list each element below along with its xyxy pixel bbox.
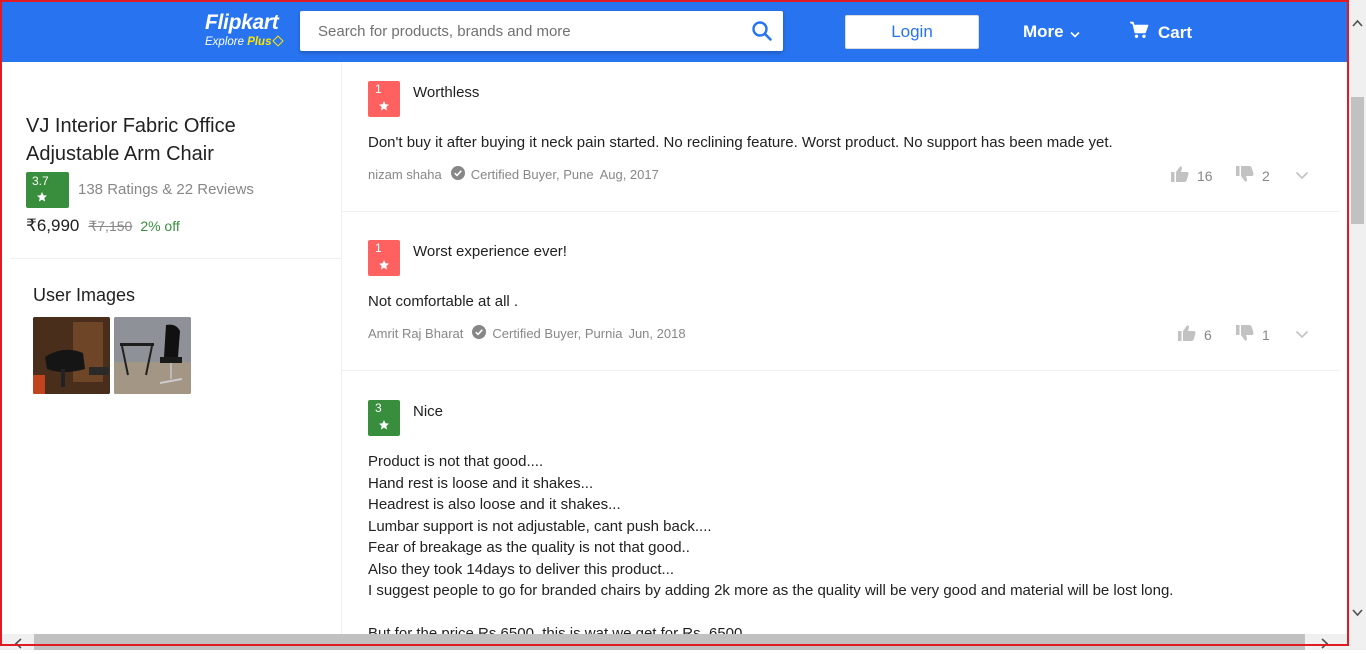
logo-tagline: Explore Plus xyxy=(205,35,285,48)
chevron-down-icon xyxy=(1070,23,1080,43)
review-text-line: Not comfortable at all . xyxy=(368,293,519,310)
review-text-line: But for the price Rs 6500, this is wat w… xyxy=(368,625,743,634)
vertical-scrollbar[interactable] xyxy=(1349,0,1366,650)
review-text: Don't buy it after buying it neck pain s… xyxy=(368,132,1113,154)
review-card: 1 Worthless Don't buy it after buying it… xyxy=(342,62,1340,212)
page: Flipkart Explore Plus Login More Cart VJ… xyxy=(2,2,1347,634)
thumbs-down-icon xyxy=(1236,325,1254,344)
review-text-line xyxy=(368,602,1173,624)
search-input[interactable] xyxy=(300,11,740,51)
cart-label: Cart xyxy=(1158,22,1193,42)
dislike-count: 2 xyxy=(1262,167,1270,184)
review-author: nizam shaha xyxy=(368,167,442,182)
star-icon xyxy=(36,190,48,208)
product-rating-value: 3.7 xyxy=(32,174,49,188)
like-count: 16 xyxy=(1197,167,1213,184)
review-text-line: Lumbar support is not adjustable, cant p… xyxy=(368,517,712,535)
certified-check-icon xyxy=(472,325,487,342)
review-text-line: Fear of breakage as the quality is not t… xyxy=(368,539,690,556)
price-row: ₹6,990 ₹7,150 2% off xyxy=(26,216,180,236)
review-text-line: Don't buy it after buying it neck pain s… xyxy=(368,134,1113,151)
review-card: 3 Nice Product is not that good.... Hand… xyxy=(342,371,1340,634)
scroll-left-arrow-icon[interactable] xyxy=(14,636,22,654)
horizontal-scrollbar[interactable] xyxy=(0,634,1349,650)
divider xyxy=(10,258,342,259)
review-rating-value: 3 xyxy=(375,401,382,415)
review-text-line: I suggest people to go for branded chair… xyxy=(368,582,1174,599)
search-icon[interactable] xyxy=(751,20,773,42)
like-count: 6 xyxy=(1204,326,1212,343)
dislike-count: 1 xyxy=(1262,326,1270,343)
certified-check-icon xyxy=(450,166,465,183)
thumbs-up-icon xyxy=(1171,166,1189,185)
scroll-down-arrow-icon[interactable] xyxy=(1352,604,1363,622)
discount-percent: 2% off xyxy=(140,218,180,234)
review-rating-badge: 1 xyxy=(368,81,400,117)
review-text-line: Product is not that good.... xyxy=(368,453,544,470)
certified-buyer-label: Certified Buyer, Purnia xyxy=(492,326,623,341)
review-meta: Amrit Raj Bharat Certified Buyer, Purnia… xyxy=(368,325,686,342)
header-bar: Flipkart Explore Plus Login More Cart xyxy=(2,2,1347,62)
review-rating-value: 1 xyxy=(375,82,382,96)
thumbs-down-icon xyxy=(1236,166,1254,185)
scroll-up-arrow-icon[interactable] xyxy=(1352,14,1363,32)
review-text: Not comfortable at all . xyxy=(368,291,518,313)
logo-wordmark: Flipkart xyxy=(205,11,279,34)
product-rating-badge: 3.7 xyxy=(26,172,69,208)
scroll-right-arrow-icon[interactable] xyxy=(1321,636,1329,654)
star-icon xyxy=(378,258,390,276)
more-menu[interactable]: More xyxy=(1023,21,1080,43)
review-text-line: Also they took 14days to deliver this pr… xyxy=(368,560,674,578)
certified-buyer-label: Certified Buyer, Pune xyxy=(470,167,594,182)
like-button[interactable]: 6 xyxy=(1178,325,1212,344)
reviews-list: 1 Worthless Don't buy it after buying it… xyxy=(342,62,1340,634)
logo-tagline-plus: Plus xyxy=(247,36,272,48)
cart-icon xyxy=(1129,21,1149,44)
logo-tagline-prefix: Explore xyxy=(205,36,248,48)
review-text-line: Hand rest is loose and it shakes... xyxy=(368,474,594,492)
review-title: Nice xyxy=(413,403,444,420)
review-rating-value: 1 xyxy=(375,241,382,255)
more-label: More xyxy=(1023,22,1064,41)
login-button[interactable]: Login xyxy=(845,15,979,49)
price: ₹6,990 xyxy=(26,216,80,235)
plus-diamond-icon xyxy=(272,35,285,47)
user-image-thumbnail[interactable] xyxy=(33,317,110,394)
rating-summary: 138 Ratings & 22 Reviews xyxy=(78,181,254,198)
review-rating-badge: 1 xyxy=(368,240,400,276)
review-title: Worthless xyxy=(413,84,480,101)
review-card: 1 Worst experience ever! Not comfortable… xyxy=(342,212,1340,371)
star-icon xyxy=(378,418,390,436)
review-rating-badge: 3 xyxy=(368,400,400,436)
review-author: Amrit Raj Bharat xyxy=(368,326,464,341)
dislike-button[interactable]: 2 xyxy=(1236,166,1270,185)
star-icon xyxy=(378,99,390,117)
search-bar xyxy=(300,11,783,51)
like-button[interactable]: 16 xyxy=(1171,166,1213,185)
review-text: Product is not that good.... Hand rest i… xyxy=(368,451,1173,634)
product-summary-panel: VJ Interior Fabric Office Adjustable Arm… xyxy=(2,62,342,634)
review-meta: nizam shaha Certified Buyer, Pune Aug, 2… xyxy=(368,166,659,183)
review-text-line: Headrest is also loose and it shakes... xyxy=(368,496,621,513)
dislike-button[interactable]: 1 xyxy=(1236,325,1270,344)
chevron-down-icon[interactable] xyxy=(1295,167,1309,185)
original-price: ₹7,150 xyxy=(88,218,133,234)
cart-link[interactable]: Cart xyxy=(1129,21,1192,44)
review-title: Worst experience ever! xyxy=(413,243,567,260)
product-title[interactable]: VJ Interior Fabric Office Adjustable Arm… xyxy=(26,112,306,168)
review-date: Jun, 2018 xyxy=(628,326,686,341)
vertical-scroll-thumb[interactable] xyxy=(1351,97,1364,224)
user-image-thumbnail[interactable] xyxy=(114,317,191,394)
horizontal-scroll-thumb[interactable] xyxy=(34,634,1305,650)
user-images-title: User Images xyxy=(33,285,136,305)
flipkart-logo[interactable]: Flipkart Explore Plus xyxy=(204,10,294,54)
thumbs-up-icon xyxy=(1178,325,1196,344)
chevron-down-icon[interactable] xyxy=(1295,326,1309,344)
review-date: Aug, 2017 xyxy=(599,167,659,182)
